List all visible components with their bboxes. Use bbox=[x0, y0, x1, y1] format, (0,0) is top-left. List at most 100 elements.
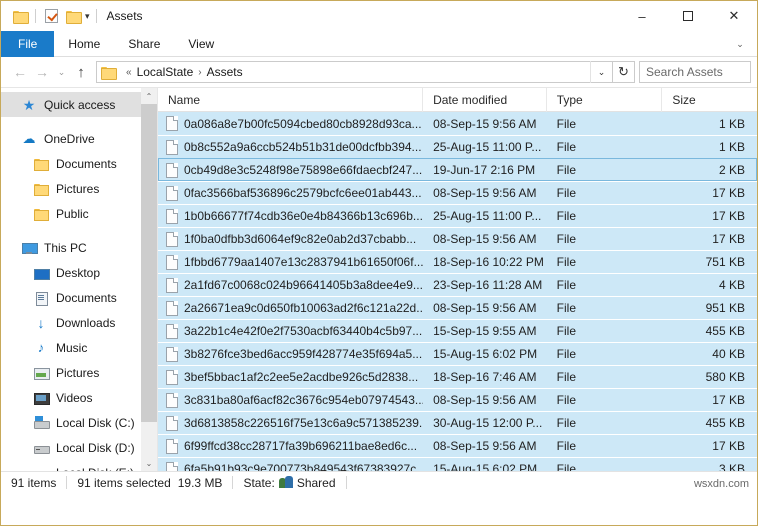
table-row[interactable]: 3b8276fce3bed6acc959f428774e35f694a5... 1… bbox=[158, 342, 757, 365]
table-row[interactable]: 6f99ffcd38cc28717fa39b696211bae8ed6c... 0… bbox=[158, 434, 757, 457]
minimize-button[interactable]: – bbox=[619, 1, 665, 31]
file-icon bbox=[166, 300, 178, 316]
scrollbar-thumb[interactable] bbox=[141, 104, 157, 422]
properties-icon[interactable] bbox=[40, 5, 62, 27]
table-row[interactable]: 3d6813858c226516f75e13c6a9c571385239... 3… bbox=[158, 411, 757, 434]
file-icon bbox=[166, 139, 178, 155]
cell-date-modified: 08-Sep-15 9:56 AM bbox=[433, 439, 537, 453]
sidebar-item-label: Public bbox=[56, 206, 89, 221]
download-icon: ↓ bbox=[37, 314, 45, 331]
table-row[interactable]: 0cb49d8e3c5248f98e75898e66fdaecbf247... 1… bbox=[158, 158, 757, 181]
drive-icon bbox=[33, 440, 50, 456]
sidebar-item-quick-access[interactable]: ★ Quick access bbox=[1, 92, 141, 117]
navigation-list: ★ Quick access ☁ OneDrive Documents Pictures P… bbox=[1, 88, 141, 471]
scroll-up-icon[interactable]: ⌃ bbox=[141, 88, 157, 104]
table-row[interactable]: 0b8c552a9a6ccb524b51b31de00dcfbb394... 25… bbox=[158, 135, 757, 158]
sidebar-item-desktop[interactable]: Desktop bbox=[1, 260, 141, 285]
sidebar-item-videos[interactable]: Videos bbox=[1, 385, 141, 410]
cell-size: 751 KB bbox=[705, 255, 745, 269]
table-row[interactable]: 2a26671ea9c0d650fb10063ad2f6c121a22d... 0… bbox=[158, 296, 757, 319]
search-input[interactable]: Search Assets bbox=[639, 61, 751, 83]
videos-icon bbox=[33, 390, 50, 406]
folder-icon[interactable] bbox=[9, 5, 31, 27]
up-button[interactable]: ↑ bbox=[70, 61, 92, 83]
table-row[interactable]: 1f0ba0dfbb3d6064ef9c82e0ab2d37cbabb... 08… bbox=[158, 227, 757, 250]
sidebar-item-local-disk-d[interactable]: Local Disk (D:) bbox=[1, 435, 141, 460]
cell-date-modified: 15-Sep-15 9:55 AM bbox=[433, 324, 537, 338]
address-dropdown-icon[interactable]: ⌄ bbox=[590, 61, 612, 83]
tab-home[interactable]: Home bbox=[54, 31, 114, 57]
file-rows: 0a086a8e7b00fc5094cbed80cb8928d93ca... 08… bbox=[158, 112, 757, 471]
sidebar-item-local-disk-c[interactable]: Local Disk (C:) bbox=[1, 410, 141, 435]
cell-type: File bbox=[556, 255, 577, 269]
file-name: 2a26671ea9c0d650fb10063ad2f6c121a22d... bbox=[184, 301, 424, 315]
file-icon bbox=[166, 461, 178, 471]
column-header-name[interactable]: ⌃ Name bbox=[158, 88, 424, 112]
expand-ribbon-icon[interactable]: ⌄ bbox=[729, 31, 751, 57]
status-selection-size: 19.3 MB bbox=[177, 475, 223, 490]
table-row[interactable]: 0a086a8e7b00fc5094cbed80cb8928d93ca... 08… bbox=[158, 112, 757, 135]
file-icon bbox=[166, 254, 178, 270]
cloud-icon: ☁ bbox=[22, 130, 36, 146]
column-header-date-modified[interactable]: Date modified bbox=[423, 88, 547, 112]
cell-type: File bbox=[556, 439, 577, 453]
folder-icon bbox=[33, 206, 49, 222]
sidebar-item-pictures[interactable]: Pictures bbox=[1, 360, 141, 385]
close-button[interactable]: ✕ bbox=[711, 1, 757, 31]
tab-share[interactable]: Share bbox=[114, 31, 174, 57]
table-row[interactable]: 3a22b1c4e42f0e2f7530acbf63440b4c5b97... 1… bbox=[158, 319, 757, 342]
table-row[interactable]: 6fa5b91b93c9e700773b849543f67383927c... 1… bbox=[158, 457, 757, 471]
cell-size: 3 KB bbox=[718, 462, 745, 471]
refresh-button[interactable]: ↻ bbox=[613, 61, 635, 83]
breadcrumb-localstate[interactable]: LocalState bbox=[137, 65, 194, 79]
cell-size: 1 KB bbox=[718, 116, 745, 131]
breadcrumb-overflow-icon[interactable]: « bbox=[126, 67, 132, 78]
new-folder-icon[interactable] bbox=[62, 5, 84, 27]
file-name: 1fbbd6779aa1407e13c2837941b61650f06f... bbox=[184, 255, 424, 269]
cell-date-modified: 15-Aug-15 6:02 PM bbox=[433, 462, 538, 471]
column-header-type[interactable]: Type bbox=[547, 88, 663, 112]
cell-name: 3c831ba80af6acf82c3676c954eb07974543... bbox=[158, 392, 424, 408]
column-header-size-label: Size bbox=[672, 93, 696, 107]
sidebar-item-onedrive[interactable]: ☁ OneDrive bbox=[1, 126, 141, 151]
sidebar-item-pictures[interactable]: Pictures bbox=[1, 176, 141, 201]
nav-group-spacer bbox=[1, 117, 141, 126]
sidebar-item-downloads[interactable]: ↓ Downloads bbox=[1, 310, 141, 335]
sidebar-item-local-disk-e[interactable]: Local Disk (E:) bbox=[1, 460, 141, 471]
breadcrumb[interactable]: « LocalState › Assets ⌄ bbox=[96, 61, 613, 83]
forward-button[interactable]: → bbox=[31, 61, 53, 83]
cell-size: 455 KB bbox=[705, 324, 745, 338]
file-icon bbox=[166, 346, 178, 362]
toolbar-divider bbox=[35, 9, 36, 23]
file-icon bbox=[166, 162, 178, 178]
maximize-button[interactable] bbox=[665, 1, 711, 31]
sidebar-item-label: Desktop bbox=[56, 265, 101, 280]
sidebar-item-music[interactable]: ♪ Music bbox=[1, 335, 141, 360]
navigation-scrollbar[interactable]: ⌃ ⌄ bbox=[141, 88, 157, 471]
file-name: 6f99ffcd38cc28717fa39b696211bae8ed6c... bbox=[184, 439, 418, 453]
cell-size: 17 KB bbox=[712, 439, 745, 453]
table-row[interactable]: 2a1fd67c0068c024b96641405b3a8dee4e9... 23… bbox=[158, 273, 757, 296]
table-row[interactable]: 0fac3566baf536896c2579bcfc6ee01ab443... 0… bbox=[158, 181, 757, 204]
cell-name: 2a26671ea9c0d650fb10063ad2f6c121a22d... bbox=[158, 300, 424, 316]
sidebar-item-documents[interactable]: Documents bbox=[1, 151, 141, 176]
breadcrumb-assets[interactable]: Assets bbox=[207, 65, 243, 79]
file-name: 3c831ba80af6acf82c3676c954eb07974543... bbox=[184, 393, 424, 407]
column-header-size[interactable]: Size bbox=[662, 88, 757, 112]
cell-date-modified: 23-Sep-16 11:28 AM bbox=[433, 278, 543, 292]
scroll-down-icon[interactable]: ⌄ bbox=[141, 455, 157, 471]
table-row[interactable]: 1fbbd6779aa1407e13c2837941b61650f06f... 1… bbox=[158, 250, 757, 273]
sidebar-item-this-pc[interactable]: This PC bbox=[1, 235, 141, 260]
table-row[interactable]: 3c831ba80af6acf82c3676c954eb07974543... 0… bbox=[158, 388, 757, 411]
cell-type: File bbox=[556, 324, 577, 338]
table-row[interactable]: 3bef5bbac1af2c2ee5e2acdbe926c5d2838... 18… bbox=[158, 365, 757, 388]
sidebar-item-public[interactable]: Public bbox=[1, 201, 141, 226]
back-button[interactable]: ← bbox=[9, 61, 31, 83]
tab-file[interactable]: File bbox=[1, 31, 55, 57]
sidebar-item-documents[interactable]: Documents bbox=[1, 285, 141, 310]
recent-locations-icon[interactable]: ⌄ bbox=[53, 61, 70, 83]
tab-view[interactable]: View bbox=[174, 31, 228, 57]
table-row[interactable]: 1b0b66677f74cdb36e0e4b84366b13c696b... 25… bbox=[158, 204, 757, 227]
customize-caret-icon[interactable]: ▾ bbox=[85, 11, 90, 21]
cell-date-modified: 08-Sep-15 9:56 AM bbox=[433, 116, 537, 131]
